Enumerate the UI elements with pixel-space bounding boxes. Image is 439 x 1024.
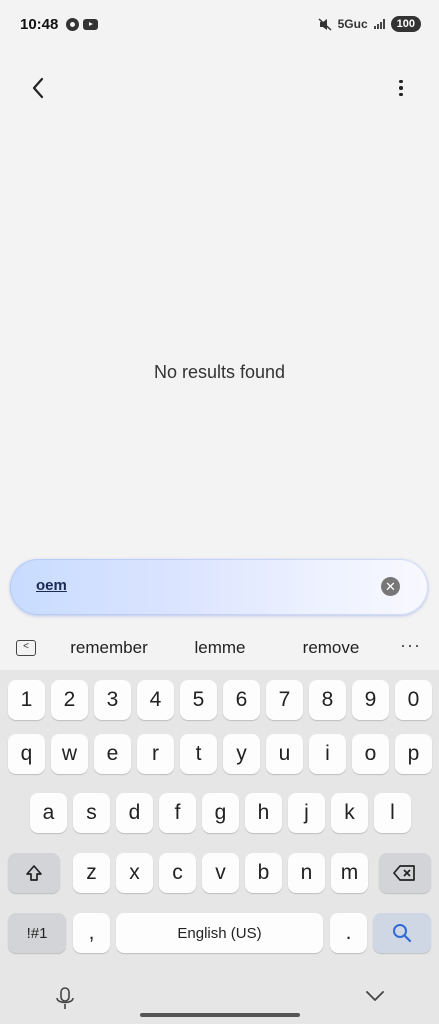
status-left: 10:48 xyxy=(20,15,99,33)
key-t[interactable]: t xyxy=(180,734,217,774)
key-v[interactable]: v xyxy=(202,853,239,893)
key-1[interactable]: 1 xyxy=(8,680,45,720)
key-c[interactable]: c xyxy=(159,853,196,893)
key-d[interactable]: d xyxy=(116,793,153,833)
search-key[interactable] xyxy=(373,913,431,953)
key-y[interactable]: y xyxy=(223,734,260,774)
backspace-icon xyxy=(393,865,415,881)
search-input[interactable]: oem xyxy=(36,577,67,594)
keyboard-bottom-bar xyxy=(0,970,439,1024)
key-h[interactable]: h xyxy=(245,793,282,833)
suggestion-item[interactable]: lemme xyxy=(184,638,256,658)
comma-key[interactable]: , xyxy=(73,913,110,953)
keyboard-suggestion-bar: < remember lemme remove ··· xyxy=(0,626,439,670)
key-r[interactable]: r xyxy=(137,734,174,774)
key-a[interactable]: a xyxy=(30,793,67,833)
clear-icon[interactable]: ✕ xyxy=(381,577,400,596)
more-suggestions-icon[interactable]: ··· xyxy=(400,635,421,656)
key-8[interactable]: 8 xyxy=(309,680,346,720)
key-f[interactable]: f xyxy=(159,793,196,833)
more-options-button[interactable] xyxy=(385,72,417,104)
key-j[interactable]: j xyxy=(288,793,325,833)
network-type: 5Guc xyxy=(337,17,368,31)
signal-icon xyxy=(373,19,385,29)
key-q[interactable]: q xyxy=(8,734,45,774)
suggestion-item[interactable]: remember xyxy=(64,638,154,658)
shift-icon xyxy=(26,865,42,881)
key-p[interactable]: p xyxy=(395,734,432,774)
key-5[interactable]: 5 xyxy=(180,680,217,720)
key-e[interactable]: e xyxy=(94,734,131,774)
backspace-key[interactable] xyxy=(379,853,431,893)
search-icon xyxy=(393,924,412,943)
more-vertical-icon xyxy=(399,79,403,84)
period-key[interactable]: . xyxy=(330,913,367,953)
key-k[interactable]: k xyxy=(331,793,368,833)
key-i[interactable]: i xyxy=(309,734,346,774)
hide-keyboard-icon[interactable] xyxy=(364,988,386,1004)
home-indicator[interactable] xyxy=(140,1013,300,1017)
key-w[interactable]: w xyxy=(51,734,88,774)
key-4[interactable]: 4 xyxy=(137,680,174,720)
key-l[interactable]: l xyxy=(374,793,411,833)
key-s[interactable]: s xyxy=(73,793,110,833)
microphone-icon[interactable] xyxy=(54,986,76,1012)
key-6[interactable]: 6 xyxy=(223,680,260,720)
key-n[interactable]: n xyxy=(288,853,325,893)
no-results-message: No results found xyxy=(153,362,286,382)
symbols-key[interactable]: !#1 xyxy=(8,913,66,953)
key-2[interactable]: 2 xyxy=(51,680,88,720)
top-app-bar xyxy=(0,64,439,112)
key-b[interactable]: b xyxy=(245,853,282,893)
key-o[interactable]: o xyxy=(352,734,389,774)
mute-icon xyxy=(318,17,332,31)
back-button[interactable] xyxy=(22,72,54,104)
key-7[interactable]: 7 xyxy=(266,680,303,720)
suggestion-item[interactable]: remove xyxy=(292,638,370,658)
battery-icon: 100 xyxy=(390,16,421,32)
key-g[interactable]: g xyxy=(202,793,239,833)
status-time: 10:48 xyxy=(20,15,59,33)
back-arrow-icon xyxy=(32,77,44,99)
youtube-icon xyxy=(83,18,99,30)
key-u[interactable]: u xyxy=(266,734,303,774)
key-9[interactable]: 9 xyxy=(352,680,389,720)
toolbar-toggle-icon[interactable]: < xyxy=(16,640,36,656)
record-icon xyxy=(66,17,80,31)
space-key[interactable]: English (US) xyxy=(116,913,323,953)
key-m[interactable]: m xyxy=(331,853,368,893)
key-0[interactable]: 0 xyxy=(395,680,432,720)
shift-key[interactable] xyxy=(8,853,60,893)
status-notification-icons xyxy=(66,17,99,31)
key-3[interactable]: 3 xyxy=(94,680,131,720)
status-right: 5Guc 100 xyxy=(318,16,421,32)
status-bar: 10:48 5Guc 100 xyxy=(0,0,439,48)
key-x[interactable]: x xyxy=(116,853,153,893)
search-field[interactable]: oem ✕ xyxy=(10,559,428,615)
key-z[interactable]: z xyxy=(73,853,110,893)
